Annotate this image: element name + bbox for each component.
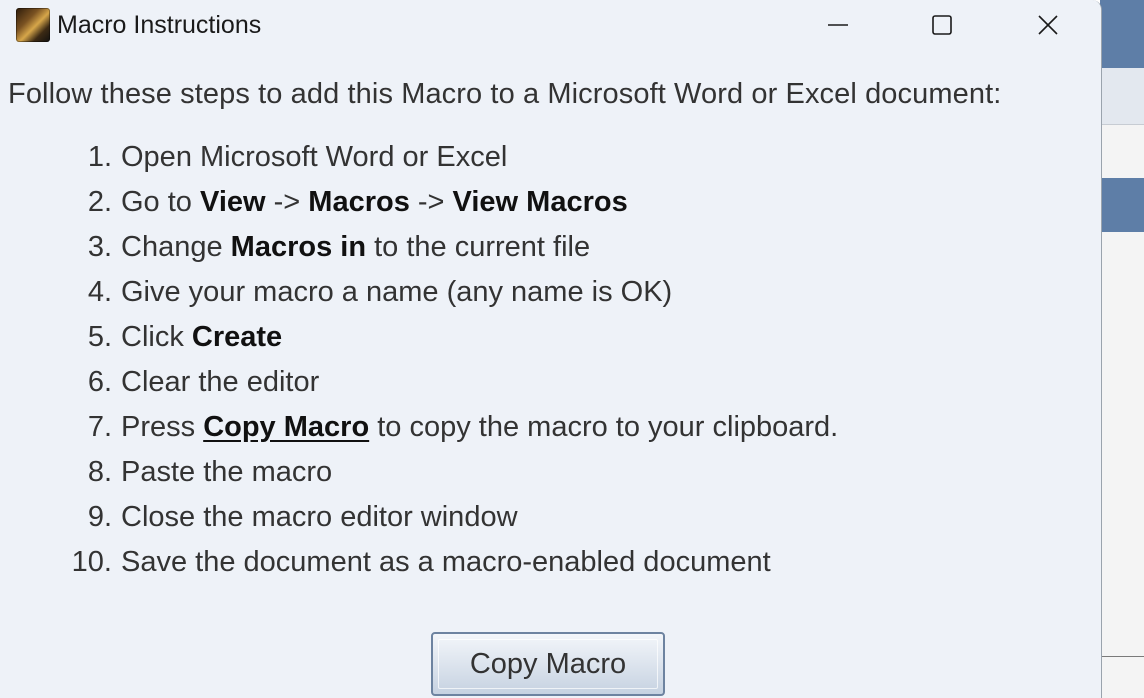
step-number: 6. bbox=[87, 366, 112, 398]
maximize-icon bbox=[932, 15, 952, 35]
step-text: Press Copy Macro to copy the macro to yo… bbox=[121, 411, 838, 444]
step-number: 1. bbox=[87, 141, 112, 173]
step-plain-text: Paste the macro bbox=[121, 456, 333, 488]
step-number: 10. bbox=[71, 546, 112, 578]
background-app-selected-row bbox=[1100, 178, 1144, 232]
step-bold-text: Macros bbox=[308, 186, 410, 218]
background-app-toolbar bbox=[1100, 68, 1144, 125]
step-number: 4. bbox=[87, 276, 112, 308]
step-plain-text: -> bbox=[265, 186, 309, 218]
step-number: 9. bbox=[87, 501, 112, 533]
step-number: 8. bbox=[87, 456, 112, 488]
title-bar[interactable]: Macro Instructions bbox=[0, 0, 1101, 50]
step-text: Paste the macro bbox=[121, 456, 332, 489]
copy-macro-button[interactable]: Copy Macro bbox=[431, 632, 665, 696]
app-photo-icon bbox=[16, 8, 50, 42]
step-bold-text: Macros in bbox=[230, 231, 367, 263]
step-text: Change Macros in to the current file bbox=[121, 231, 590, 264]
maximize-button[interactable] bbox=[912, 0, 972, 50]
step-text: Clear the editor bbox=[121, 366, 319, 399]
minimize-icon bbox=[828, 24, 848, 26]
close-icon bbox=[1038, 15, 1058, 35]
minimize-button[interactable] bbox=[808, 0, 868, 50]
step-bold-text: View Macros bbox=[452, 186, 628, 218]
step-plain-text: Give your macro a name (any name is OK) bbox=[121, 276, 673, 308]
close-button[interactable] bbox=[1018, 0, 1078, 50]
step-text: Give your macro a name (any name is OK) bbox=[121, 276, 672, 309]
step-plain-text: to copy the macro to your clipboard. bbox=[369, 411, 839, 443]
step-text: Go to View -> Macros -> View Macros bbox=[121, 186, 628, 219]
step-text: Click Create bbox=[121, 321, 282, 354]
step-plain-text: Close the macro editor window bbox=[121, 501, 518, 533]
step-plain-text: -> bbox=[409, 186, 453, 218]
instructions-intro: Follow these steps to add this Macro to … bbox=[8, 78, 1002, 110]
window-title: Macro Instructions bbox=[57, 11, 262, 39]
step-plain-text: Open Microsoft Word or Excel bbox=[121, 141, 508, 173]
step-plain-text: Save the document as a macro-enabled doc… bbox=[121, 546, 771, 578]
step-text: Open Microsoft Word or Excel bbox=[121, 141, 507, 174]
step-plain-text: Click bbox=[121, 321, 192, 353]
background-app-divider bbox=[1100, 656, 1144, 657]
step-plain-text: Go to bbox=[121, 186, 200, 218]
step-number: 3. bbox=[87, 231, 112, 263]
step-plain-text: Press bbox=[121, 411, 204, 443]
step-bold-text: Create bbox=[191, 321, 283, 353]
background-app-window bbox=[1100, 0, 1144, 698]
step-number: 7. bbox=[87, 411, 112, 443]
step-plain-text: Change bbox=[121, 231, 231, 263]
step-text: Close the macro editor window bbox=[121, 501, 518, 534]
step-plain-text: Clear the editor bbox=[121, 366, 320, 398]
step-underlined-text: Copy Macro bbox=[203, 411, 370, 443]
macro-instructions-dialog: Macro Instructions Follow these steps to… bbox=[0, 0, 1102, 698]
step-number: 2. bbox=[87, 186, 112, 218]
step-plain-text: to the current file bbox=[366, 231, 591, 263]
step-bold-text: View bbox=[200, 186, 266, 218]
copy-macro-button-label: Copy Macro bbox=[469, 647, 627, 680]
step-number: 5. bbox=[87, 321, 112, 353]
background-app-header bbox=[1100, 0, 1144, 68]
step-text: Save the document as a macro-enabled doc… bbox=[121, 546, 771, 579]
